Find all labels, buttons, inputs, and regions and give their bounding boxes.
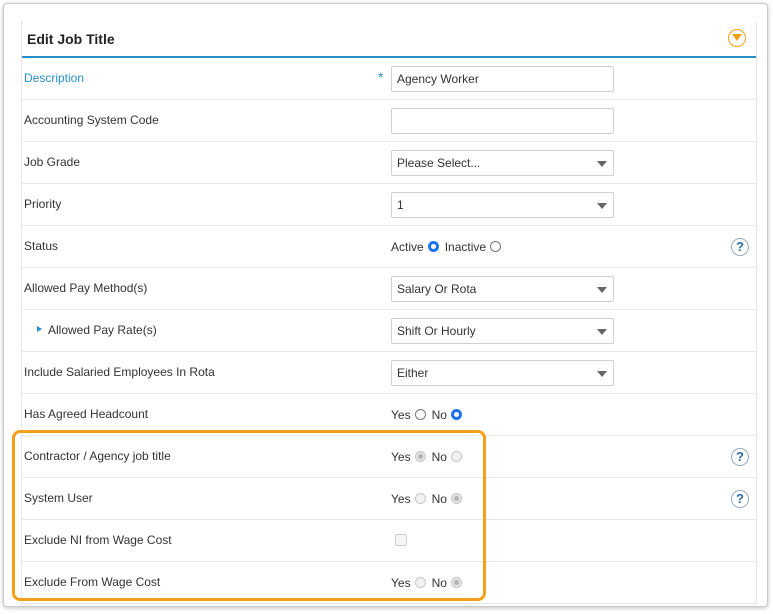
row-salaried-in-rota: Include Salaried Employees In Rota Eithe…: [22, 352, 756, 394]
exclude-wage-yes-radio[interactable]: [414, 577, 426, 589]
headcount-yes-label: Yes: [391, 407, 411, 422]
system-user-no-radio[interactable]: [450, 493, 462, 505]
row-priority: Priority 1: [22, 184, 756, 226]
help-icon[interactable]: ?: [731, 238, 749, 256]
pay-method-select[interactable]: Salary Or Rota: [391, 276, 614, 302]
system-user-radio-group: Yes No: [391, 491, 468, 506]
accounting-code-label: Accounting System Code: [24, 113, 159, 127]
form-container: Edit Job Title Description * Agency Work…: [21, 21, 757, 605]
system-user-yes-radio[interactable]: [414, 493, 426, 505]
row-agreed-headcount: Has Agreed Headcount Yes No: [22, 394, 756, 436]
system-user-yes-label: Yes: [391, 491, 411, 506]
row-system-user: System User Yes No ?: [22, 478, 756, 520]
edit-job-title-panel: Edit Job Title Description * Agency Work…: [3, 3, 768, 607]
exclude-wage-no-radio[interactable]: [450, 577, 462, 589]
exclude-wage-yes-label: Yes: [391, 575, 411, 590]
contractor-yes-label: Yes: [391, 449, 411, 464]
row-pay-rate: Allowed Pay Rate(s) Shift Or Hourly: [22, 310, 756, 352]
status-inactive-radio[interactable]: [490, 241, 502, 253]
row-status: Status Active Inactive ?: [22, 226, 756, 268]
chevron-down-icon: [732, 34, 742, 41]
pay-method-value: Salary Or Rota: [397, 282, 477, 296]
priority-label: Priority: [24, 197, 62, 211]
status-radio-group: Active Inactive: [391, 239, 507, 254]
contractor-radio-group: Yes No: [391, 449, 468, 464]
panel-header: Edit Job Title: [22, 21, 756, 58]
salaried-in-rota-select[interactable]: Either: [391, 360, 614, 386]
panel-title: Edit Job Title: [27, 31, 115, 47]
contractor-agency-label: Contractor / Agency job title: [24, 449, 171, 463]
expand-triangle-icon[interactable]: [37, 326, 42, 332]
job-grade-value: Please Select...: [397, 156, 481, 170]
exclude-ni-checkbox[interactable]: [395, 534, 407, 546]
pay-method-label: Allowed Pay Method(s): [24, 281, 148, 295]
description-label: Description: [24, 71, 85, 85]
pay-rate-select[interactable]: Shift Or Hourly: [391, 318, 614, 344]
row-accounting-code: Accounting System Code: [22, 100, 756, 142]
contractor-yes-radio[interactable]: [414, 451, 426, 463]
dropdown-arrow-icon: [597, 287, 607, 293]
system-user-label: System User: [24, 491, 93, 505]
pay-rate-value: Shift Or Hourly: [397, 324, 476, 338]
exclude-ni-label: Exclude NI from Wage Cost: [24, 533, 172, 547]
exclude-wage-no-label: No: [431, 575, 447, 590]
row-contractor-agency: Contractor / Agency job title Yes No ?: [22, 436, 756, 478]
system-user-no-label: No: [431, 491, 447, 506]
pay-rate-label: Allowed Pay Rate(s): [48, 323, 157, 337]
headcount-yes-radio[interactable]: [414, 409, 426, 421]
description-input[interactable]: Agency Worker: [391, 66, 614, 92]
headcount-radio-group: Yes No: [391, 407, 468, 422]
dropdown-arrow-icon: [597, 203, 607, 209]
help-icon[interactable]: ?: [731, 490, 749, 508]
row-pay-method: Allowed Pay Method(s) Salary Or Rota: [22, 268, 756, 310]
salaried-in-rota-value: Either: [397, 366, 429, 380]
headcount-no-label: No: [431, 407, 447, 422]
row-exclude-wage-cost: Exclude From Wage Cost Yes No: [22, 562, 756, 604]
salaried-in-rota-label: Include Salaried Employees In Rota: [24, 365, 215, 379]
dropdown-arrow-icon: [597, 329, 607, 335]
help-icon[interactable]: ?: [731, 448, 749, 466]
headcount-no-radio[interactable]: [450, 409, 462, 421]
row-exclude-ni: Exclude NI from Wage Cost: [22, 520, 756, 562]
status-label: Status: [24, 239, 59, 253]
status-active-radio[interactable]: [427, 241, 439, 253]
agreed-headcount-label: Has Agreed Headcount: [24, 407, 149, 421]
required-marker: *: [378, 69, 384, 85]
job-grade-label: Job Grade: [24, 155, 81, 169]
dropdown-arrow-icon: [597, 371, 607, 377]
row-description: Description * Agency Worker: [22, 58, 756, 100]
collapse-button[interactable]: [728, 29, 746, 47]
exclude-wage-radio-group: Yes No: [391, 575, 468, 590]
contractor-no-label: No: [431, 449, 447, 464]
job-grade-select[interactable]: Please Select...: [391, 150, 614, 176]
row-job-grade: Job Grade Please Select...: [22, 142, 756, 184]
priority-value: 1: [397, 198, 404, 212]
priority-select[interactable]: 1: [391, 192, 614, 218]
contractor-no-radio[interactable]: [450, 451, 462, 463]
status-inactive-label: Inactive: [444, 239, 487, 254]
exclude-wage-cost-label: Exclude From Wage Cost: [24, 575, 161, 589]
accounting-code-input[interactable]: [391, 108, 614, 134]
status-active-label: Active: [391, 239, 424, 254]
dropdown-arrow-icon: [597, 161, 607, 167]
